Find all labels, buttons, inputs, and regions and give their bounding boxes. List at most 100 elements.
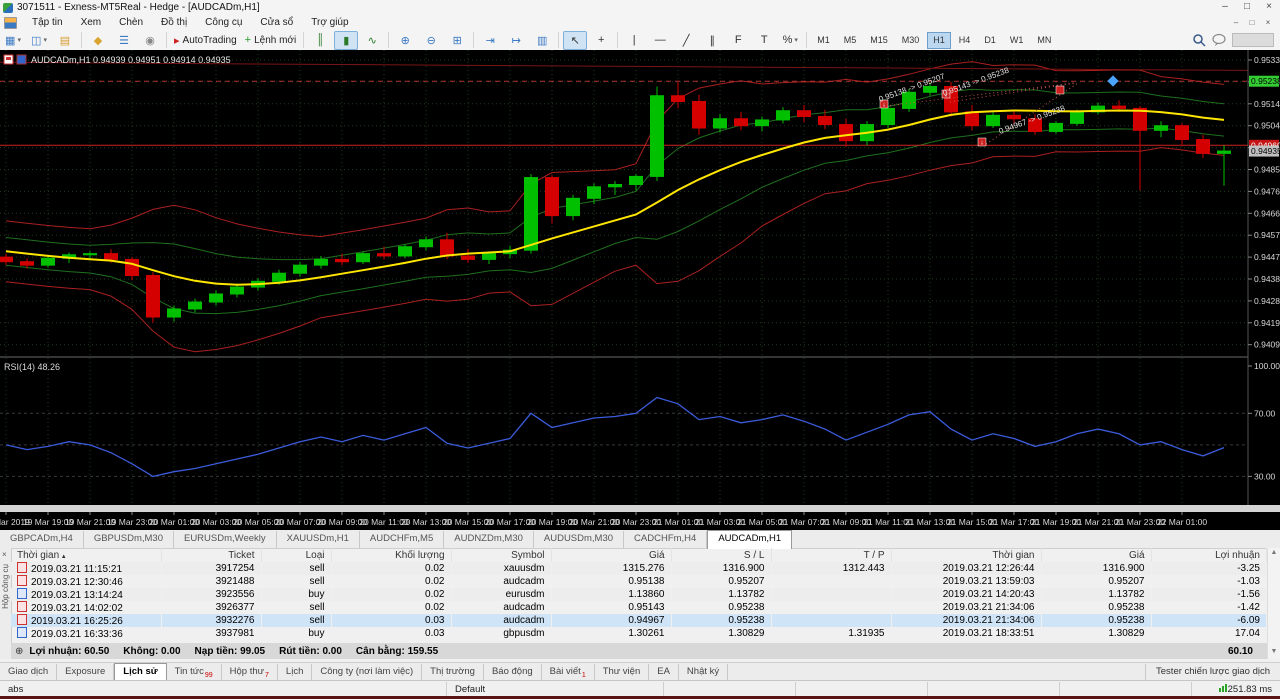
menu-item-xem[interactable]: Xem (72, 16, 111, 29)
price-tick-label: 0.94095 (1254, 340, 1280, 350)
toolbox-tab-exposure[interactable]: Exposure (57, 664, 114, 681)
expand-icon[interactable]: ⊕ (15, 646, 23, 657)
menu-item-đồ-thị[interactable]: Đồ thị (152, 16, 196, 29)
tile-windows-button[interactable]: ⊞ (445, 31, 469, 50)
timeframe-d1[interactable]: D1 (978, 32, 1002, 49)
candlestick-button[interactable]: ▮ (334, 31, 358, 50)
toolbox-tab-nh-t-k-[interactable]: Nhật ký (679, 664, 728, 681)
table-scrollbar[interactable]: ▲ ▼ (1267, 548, 1280, 659)
toolbar-search-box[interactable] (1232, 33, 1274, 47)
mdi-minimize-icon[interactable]: – (1228, 17, 1244, 29)
table-row[interactable]: 2019.03.21 16:33:363937981buy0.03gbpusdm… (11, 627, 1267, 640)
arrows-button[interactable]: %▾ (778, 31, 802, 50)
toolbox-tab-l-ch-s-[interactable]: Lịch sử (114, 663, 166, 681)
restore-icon[interactable]: □ (1236, 1, 1258, 14)
toolbox-tab-l-ch[interactable]: Lịch (278, 664, 312, 681)
symbol-tab-eurusdm-weekly[interactable]: EURUSDm,Weekly (174, 531, 277, 548)
menu-item-chèn[interactable]: Chèn (110, 16, 152, 29)
table-row[interactable]: 2019.03.21 11:15:213917254sell0.02xauusd… (11, 562, 1267, 575)
timeframe-mn[interactable]: MN (1031, 32, 1057, 49)
scroll-down-icon[interactable]: ▼ (1268, 648, 1280, 655)
zoom-in-button[interactable]: ⊕ (393, 31, 417, 50)
navigator-button[interactable]: ☰ (112, 31, 136, 50)
mdi-close-icon[interactable]: × (1260, 17, 1276, 29)
table-row[interactable]: 2019.03.21 12:30:463921488sell0.02audcad… (11, 575, 1267, 588)
channel-button[interactable]: ∥ (700, 31, 724, 50)
timeframe-m30[interactable]: M30 (896, 32, 926, 49)
line-chart-button[interactable]: ∿ (360, 31, 384, 50)
vertical-line-button[interactable]: | (622, 31, 646, 50)
chart-canvas[interactable]: ↓↓↓0.95138 -> 0.952070.95143 -> 0.952380… (0, 50, 1280, 530)
chart-hscroll-strip[interactable] (0, 505, 1280, 512)
horizontal-line-button[interactable]: — (648, 31, 672, 50)
symbol-tab-cadchfm-h4[interactable]: CADCHFm,H4 (624, 531, 707, 548)
market-watch-button[interactable]: ◆ (86, 31, 110, 50)
mdi-restore-icon[interactable]: □ (1244, 17, 1260, 29)
new-order-button[interactable]: +Lệnh mới (242, 31, 300, 50)
column-header-0[interactable]: Thời gian ▲ (11, 548, 161, 562)
chart-area[interactable]: ↓↓↓0.95138 -> 0.952070.95143 -> 0.952380… (0, 50, 1280, 530)
history-center-button[interactable]: ▤ (53, 31, 77, 50)
timeframe-m15[interactable]: M15 (864, 32, 894, 49)
auto-scroll-button[interactable]: ⇥ (478, 31, 502, 50)
column-header-6[interactable]: S / L (671, 548, 771, 562)
menu-item-cửa-sổ[interactable]: Cửa sổ (251, 16, 302, 29)
table-row[interactable]: 2019.03.21 14:02:023926377sell0.02audcad… (11, 601, 1267, 614)
column-header-2[interactable]: Loại (261, 548, 331, 562)
timeframe-w1[interactable]: W1 (1004, 32, 1030, 49)
chat-icon[interactable] (1211, 33, 1227, 47)
menu-item-trợ-giúp[interactable]: Trợ giúp (302, 16, 357, 29)
timeframe-h4[interactable]: H4 (953, 32, 977, 49)
text-button[interactable]: T (752, 31, 776, 50)
tester-tab[interactable]: Tester chiến lược giao dịch (1145, 664, 1280, 681)
column-header-10[interactable]: Lợi nhuận (1151, 548, 1267, 562)
table-row[interactable]: 2019.03.21 13:14:243923556buy0.02eurusdm… (11, 588, 1267, 601)
trendline-button[interactable]: ╱ (674, 31, 698, 50)
toolbox-tab-giao-d-ch[interactable]: Giao dịch (0, 664, 57, 681)
symbol-tab-xauusdm-h1[interactable]: XAUUSDm,H1 (277, 531, 360, 548)
symbol-tab-audusdm-m30[interactable]: AUDUSDm,M30 (534, 531, 624, 548)
toolbox-tab-c-ng-ty-n-i-l-m-vi-c-[interactable]: Công ty (nơi làm việc) (312, 664, 422, 681)
column-header-4[interactable]: Symbol (451, 548, 551, 562)
profiles-button[interactable]: ◫▾ (27, 31, 51, 50)
scroll-up-icon[interactable]: ▲ (1268, 549, 1280, 556)
toolbox-tab-h-p-th-[interactable]: Hộp thư7 (222, 664, 278, 681)
toolbox-tab-ea[interactable]: EA (649, 664, 679, 681)
fibonacci-button[interactable]: F (726, 31, 750, 50)
search-icon[interactable] (1192, 33, 1206, 47)
column-header-5[interactable]: Giá (551, 548, 671, 562)
menu-item-công-cụ[interactable]: Công cụ (196, 16, 251, 29)
close-icon[interactable]: × (1258, 1, 1280, 14)
timeframe-h1[interactable]: H1 (927, 32, 951, 49)
minimize-icon[interactable]: – (1214, 1, 1236, 14)
toolbox-tab-tin-t-c[interactable]: Tin tức99 (167, 664, 222, 681)
symbol-tab-gbpcadm-h4[interactable]: GBPCADm,H4 (0, 531, 84, 548)
symbol-tab-gbpusdm-m30[interactable]: GBPUSDm,M30 (84, 531, 174, 548)
column-header-8[interactable]: Thời gian (891, 548, 1041, 562)
chart-shift-button[interactable]: ↦ (504, 31, 528, 50)
toolbox-tab-b-i-vi-t[interactable]: Bài viết1 (542, 664, 595, 681)
zoom-out-button[interactable]: ⊖ (419, 31, 443, 50)
column-header-9[interactable]: Giá (1041, 548, 1151, 562)
timeframe-m1[interactable]: M1 (811, 32, 836, 49)
autotrading-button[interactable]: ▸AutoTrading (171, 31, 240, 50)
toolbox-tab-th-vi-n[interactable]: Thư viện (595, 664, 650, 681)
menu-item-tập-tin[interactable]: Tập tin (23, 16, 72, 29)
column-header-3[interactable]: Khối lượng (331, 548, 451, 562)
indicators-button[interactable]: ▥ (530, 31, 554, 50)
table-row[interactable]: 2019.03.21 16:25:263932276sell0.03audcad… (11, 614, 1267, 627)
timeframe-m5[interactable]: M5 (838, 32, 863, 49)
symbol-tab-audcadm-h1[interactable]: AUDCADm,H1 (707, 530, 792, 549)
bar-chart-button[interactable]: ║ (308, 31, 332, 50)
toolbox-tab-th-tr-ng[interactable]: Thị trường (422, 664, 484, 681)
close-icon[interactable]: × (2, 550, 7, 559)
cursor-button[interactable]: ↖ (563, 31, 587, 50)
column-header-1[interactable]: Ticket (161, 548, 261, 562)
crosshair-button[interactable]: + (589, 31, 613, 50)
column-header-7[interactable]: T / P (771, 548, 891, 562)
toolbox-tab-b-o-ng[interactable]: Báo động (484, 664, 542, 681)
symbol-tab-audchfm-m5[interactable]: AUDCHFm,M5 (360, 531, 444, 548)
symbol-tab-audnzdm-m30[interactable]: AUDNZDm,M30 (444, 531, 534, 548)
signals-button[interactable]: ◉ (138, 31, 162, 50)
new-chart-button[interactable]: ▦▾ (1, 31, 25, 50)
